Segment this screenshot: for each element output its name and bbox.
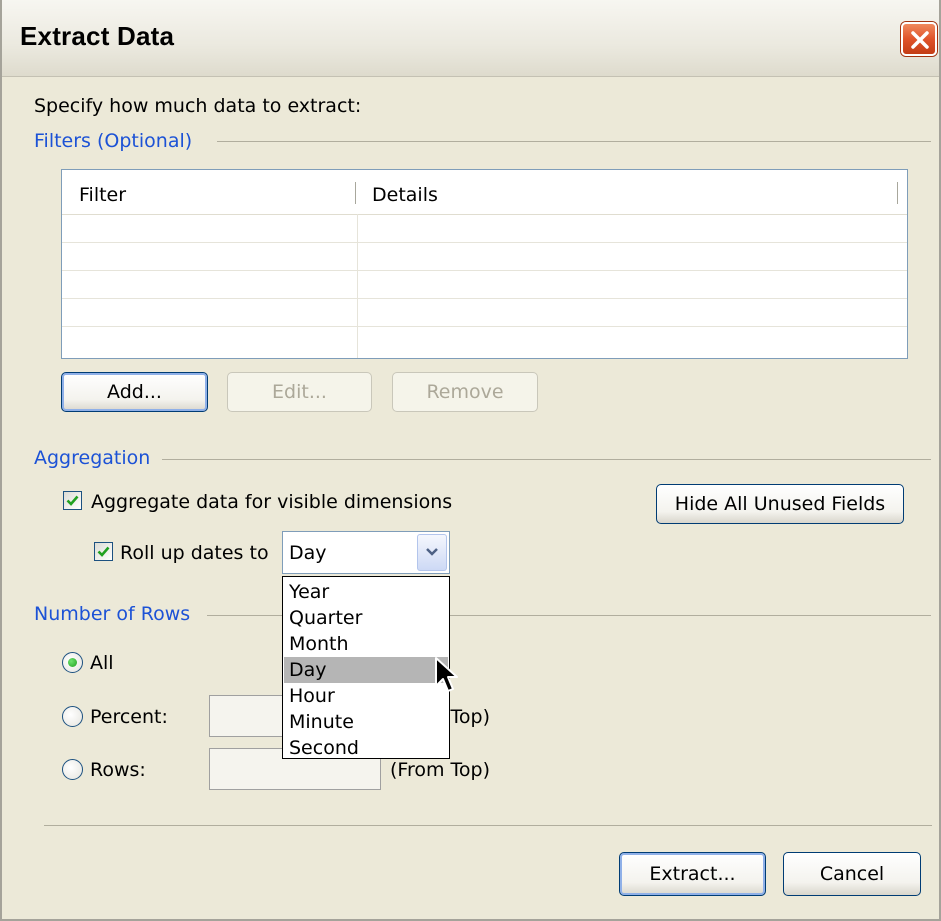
column-header-details[interactable]: Details <box>372 184 438 206</box>
rows-label[interactable]: Rows: <box>90 759 146 781</box>
table-row[interactable] <box>62 298 907 299</box>
title-bar[interactable]: Extract Data <box>2 0 939 77</box>
column-divider <box>357 214 358 358</box>
table-row[interactable] <box>62 326 907 327</box>
percent-label[interactable]: Percent: <box>90 706 168 728</box>
dropdown-option-day[interactable]: Day <box>284 657 448 683</box>
rollup-date-dropdown-list[interactable]: Year Quarter Month Day Hour Minute Secon… <box>282 576 450 759</box>
footer-divider <box>44 825 932 826</box>
add-filter-button[interactable]: Add... <box>61 372 208 412</box>
rollup-date-value: Day <box>289 542 327 564</box>
aggregation-divider <box>162 459 931 460</box>
number-of-rows-section-label: Number of Rows <box>34 603 191 625</box>
aggregate-checkbox[interactable] <box>63 491 82 510</box>
close-icon <box>911 31 929 49</box>
edit-filter-button[interactable]: Edit... <box>227 372 372 412</box>
chevron-down-icon <box>426 548 438 556</box>
checkmark-icon <box>66 495 79 506</box>
dropdown-option-hour[interactable]: Hour <box>284 683 448 709</box>
rollup-date-select[interactable]: Day <box>282 531 450 574</box>
filters-section-label: Filters (Optional) <box>34 130 193 152</box>
remove-filter-button[interactable]: Remove <box>392 372 538 412</box>
column-header-filter[interactable]: Filter <box>79 184 126 206</box>
intro-text: Specify how much data to extract: <box>34 95 362 117</box>
mouse-cursor-icon <box>435 657 458 692</box>
dropdown-option-year[interactable]: Year <box>284 579 448 605</box>
filters-table-header: Filter Details <box>62 170 907 215</box>
extract-button[interactable]: Extract... <box>619 852 766 896</box>
rollup-dates-checkbox[interactable] <box>94 542 113 561</box>
rollup-dates-label[interactable]: Roll up dates to <box>120 542 269 564</box>
percent-radio[interactable] <box>62 706 83 727</box>
dropdown-option-quarter[interactable]: Quarter <box>284 605 448 631</box>
column-resize-handle[interactable] <box>355 182 356 204</box>
rows-from-top-label: (From Top) <box>390 759 491 781</box>
aggregate-label[interactable]: Aggregate data for visible dimensions <box>91 491 452 513</box>
table-row[interactable] <box>62 242 907 243</box>
cancel-button[interactable]: Cancel <box>783 852 921 896</box>
aggregation-section-label: Aggregation <box>34 447 151 469</box>
all-rows-label[interactable]: All <box>90 652 114 674</box>
column-resize-handle[interactable] <box>897 182 898 204</box>
extract-data-dialog: Extract Data Specify how much data to ex… <box>0 0 941 921</box>
radio-selected-dot <box>68 658 77 667</box>
dropdown-option-month[interactable]: Month <box>284 631 448 657</box>
dropdown-button[interactable] <box>417 534 447 571</box>
dropdown-option-second[interactable]: Second <box>284 735 448 761</box>
rows-radio[interactable] <box>62 759 83 780</box>
checkmark-icon <box>97 546 110 557</box>
hide-all-unused-fields-button[interactable]: Hide All Unused Fields <box>656 484 904 524</box>
close-button[interactable] <box>901 22 937 56</box>
filters-divider <box>217 141 931 142</box>
all-rows-radio[interactable] <box>62 652 83 673</box>
window-title: Extract Data <box>20 21 175 51</box>
filters-table[interactable]: Filter Details <box>61 169 908 359</box>
dropdown-option-minute[interactable]: Minute <box>284 709 448 735</box>
table-row[interactable] <box>62 270 907 271</box>
